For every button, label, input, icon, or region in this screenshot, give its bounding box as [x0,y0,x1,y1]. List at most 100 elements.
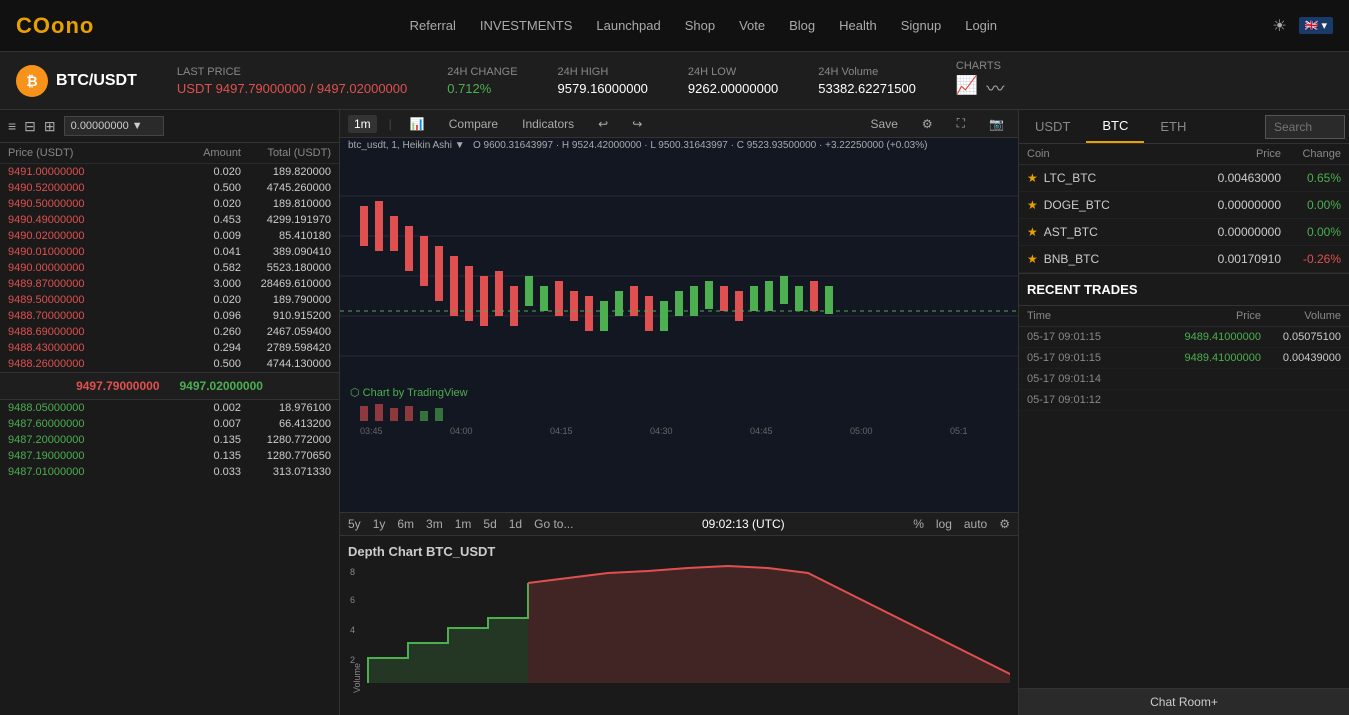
list-item[interactable]: ★ LTC_BTC 0.00463000 0.65% [1019,165,1349,192]
rt-price [1161,394,1261,406]
undo-button[interactable]: ↩ [592,115,614,133]
order-book: ≡ ⊟ ⊞ Price (USDT) Amount Total (USDT) 9… [0,110,340,715]
coin-price: 0.00000000 [1191,225,1281,239]
table-row[interactable]: 9490.020000000.00985.410180 [0,228,339,244]
table-row[interactable]: 9488.700000000.096910.915200 [0,308,339,324]
star-icon: ★ [1027,171,1038,185]
coin-name: LTC_BTC [1044,171,1191,185]
table-row[interactable]: 9488.260000000.5004744.130000 [0,356,339,372]
table-row[interactable]: 9489.870000003.00028469.610000 [0,276,339,292]
list-item[interactable]: ★ AST_BTC 0.00000000 0.00% [1019,219,1349,246]
nav-vote[interactable]: Vote [739,18,765,33]
tf-1d[interactable]: 1d [509,517,522,531]
nav-investments[interactable]: INVESTMENTS [480,18,572,33]
table-row[interactable]: 9490.500000000.020189.810000 [0,196,339,212]
nav-referral[interactable]: Referral [410,18,456,33]
volume-label: 24H Volume [818,66,916,78]
fullscreen-button[interactable]: ⛶ [951,114,971,133]
list-item[interactable]: ★ BNB_BTC 0.00170910 -0.26% [1019,246,1349,273]
tf-6m[interactable]: 6m [397,517,414,531]
line-chart-icon[interactable]: 📈 [956,75,978,101]
coin-price: 0.00000000 [1191,198,1281,212]
tf-3m[interactable]: 3m [426,517,443,531]
tab-usdt[interactable]: USDT [1019,111,1086,142]
table-row[interactable]: 9487.200000000.1351280.772000 [0,432,339,448]
ticker-bar: ₿ BTC/USDT LAST PRICE USDT 9497.79000000… [0,52,1349,110]
svg-text:05:1: 05:1 [950,426,968,436]
settings-icon[interactable]: ☀ [1272,16,1286,36]
settings-button[interactable]: ⚙ [916,115,939,133]
save-button[interactable]: Save [865,115,904,133]
svg-text:⬡ Chart by TradingView: ⬡ Chart by TradingView [350,387,468,399]
table-row[interactable]: 9487.010000000.033313.071330 [0,464,339,480]
star-icon: ★ [1027,225,1038,239]
chat-room-button[interactable]: Chat Room+ [1019,688,1349,715]
ob-header-amount: Amount [171,147,241,159]
indicators-button[interactable]: Indicators [516,115,580,133]
ob-list-icon[interactable]: ≡ [8,118,16,134]
ob-headers: Price (USDT) Amount Total (USDT) [0,143,339,164]
language-flag[interactable]: 🇬🇧 ▾ [1299,17,1333,34]
redo-button[interactable]: ↪ [626,115,648,133]
nav-login[interactable]: Login [965,18,997,33]
nav-launchpad[interactable]: Launchpad [596,18,660,33]
charts-label: CHARTS [956,60,1004,72]
compare-button[interactable]: Compare [443,115,504,133]
ob-decimal-input[interactable] [64,116,164,136]
main-layout: ≡ ⊟ ⊞ Price (USDT) Amount Total (USDT) 9… [0,110,1349,715]
ob-grid-icon[interactable]: ⊞ [44,118,56,135]
auto-button[interactable]: auto [964,517,987,531]
table-row[interactable]: 9490.490000000.4534299.191970 [0,212,339,228]
list-item[interactable]: ★ DOGE_BTC 0.00000000 0.00% [1019,192,1349,219]
tf-1m-button[interactable]: 1m [348,115,377,133]
svg-text:05:00: 05:00 [850,426,873,436]
table-row[interactable]: 9487.600000000.00766.413200 [0,416,339,432]
svg-text:03:45: 03:45 [360,426,383,436]
coin-name: DOGE_BTC [1044,198,1191,212]
svg-text:6: 6 [350,595,355,605]
coin-search-input[interactable] [1265,115,1345,139]
change-item: 24H CHANGE 0.712% [447,66,517,96]
table-row[interactable]: 9488.690000000.2602467.059400 [0,324,339,340]
table-row[interactable]: 9489.500000000.020189.790000 [0,292,339,308]
table-row[interactable]: 9488.050000000.00218.976100 [0,400,339,416]
table-row[interactable]: 9488.430000000.2942789.598420 [0,340,339,356]
coin-change: -0.26% [1281,252,1341,266]
coin-price: 0.00463000 [1191,171,1281,185]
table-row[interactable]: 9491.000000000.020189.820000 [0,164,339,180]
table-row[interactable]: 9490.000000000.5825523.180000 [0,260,339,276]
coin-header-change: Change [1281,148,1341,160]
tab-btc[interactable]: BTC [1086,110,1144,143]
chart-settings-icon[interactable]: ⚙ [999,517,1010,531]
ob-filter-icon[interactable]: ⊟ [24,118,36,135]
svg-text:04:00: 04:00 [450,426,473,436]
candle-chart-icon[interactable]: 〰 [986,75,1004,101]
tf-1m[interactable]: 1m [455,517,472,531]
tf-5y[interactable]: 5y [348,517,361,531]
ob-mid-price: 9497.79000000 9497.02000000 [0,372,339,400]
percent-button[interactable]: % [913,517,924,531]
rt-price: 9489.41000000 [1161,331,1261,343]
table-row[interactable]: 9487.190000000.1351280.770650 [0,448,339,464]
tab-eth[interactable]: ETH [1144,111,1202,142]
screenshot-button[interactable]: 📷 [983,115,1010,133]
log-button[interactable]: log [936,517,952,531]
goto-button[interactable]: Go to... [534,517,573,531]
btc-icon: ₿ [16,65,48,97]
coin-change: 0.00% [1281,198,1341,212]
depth-chart-title: Depth Chart BTC_USDT [348,544,1010,559]
rt-price [1161,373,1261,385]
nav-blog[interactable]: Blog [789,18,815,33]
ob-toolbar: ≡ ⊟ ⊞ [0,110,339,143]
nav-health[interactable]: Health [839,18,877,33]
nav-shop[interactable]: Shop [685,18,715,33]
rt-price: 9489.41000000 [1161,352,1261,364]
bar-chart-button[interactable]: 📊 [404,115,431,133]
tf-1y[interactable]: 1y [373,517,386,531]
table-row[interactable]: 9490.520000000.5004745.260000 [0,180,339,196]
low-value: 9262.00000000 [688,81,778,96]
high-label: 24H HIGH [558,66,648,78]
tf-5d[interactable]: 5d [483,517,496,531]
nav-signup[interactable]: Signup [901,18,941,33]
table-row[interactable]: 9490.010000000.041389.090410 [0,244,339,260]
